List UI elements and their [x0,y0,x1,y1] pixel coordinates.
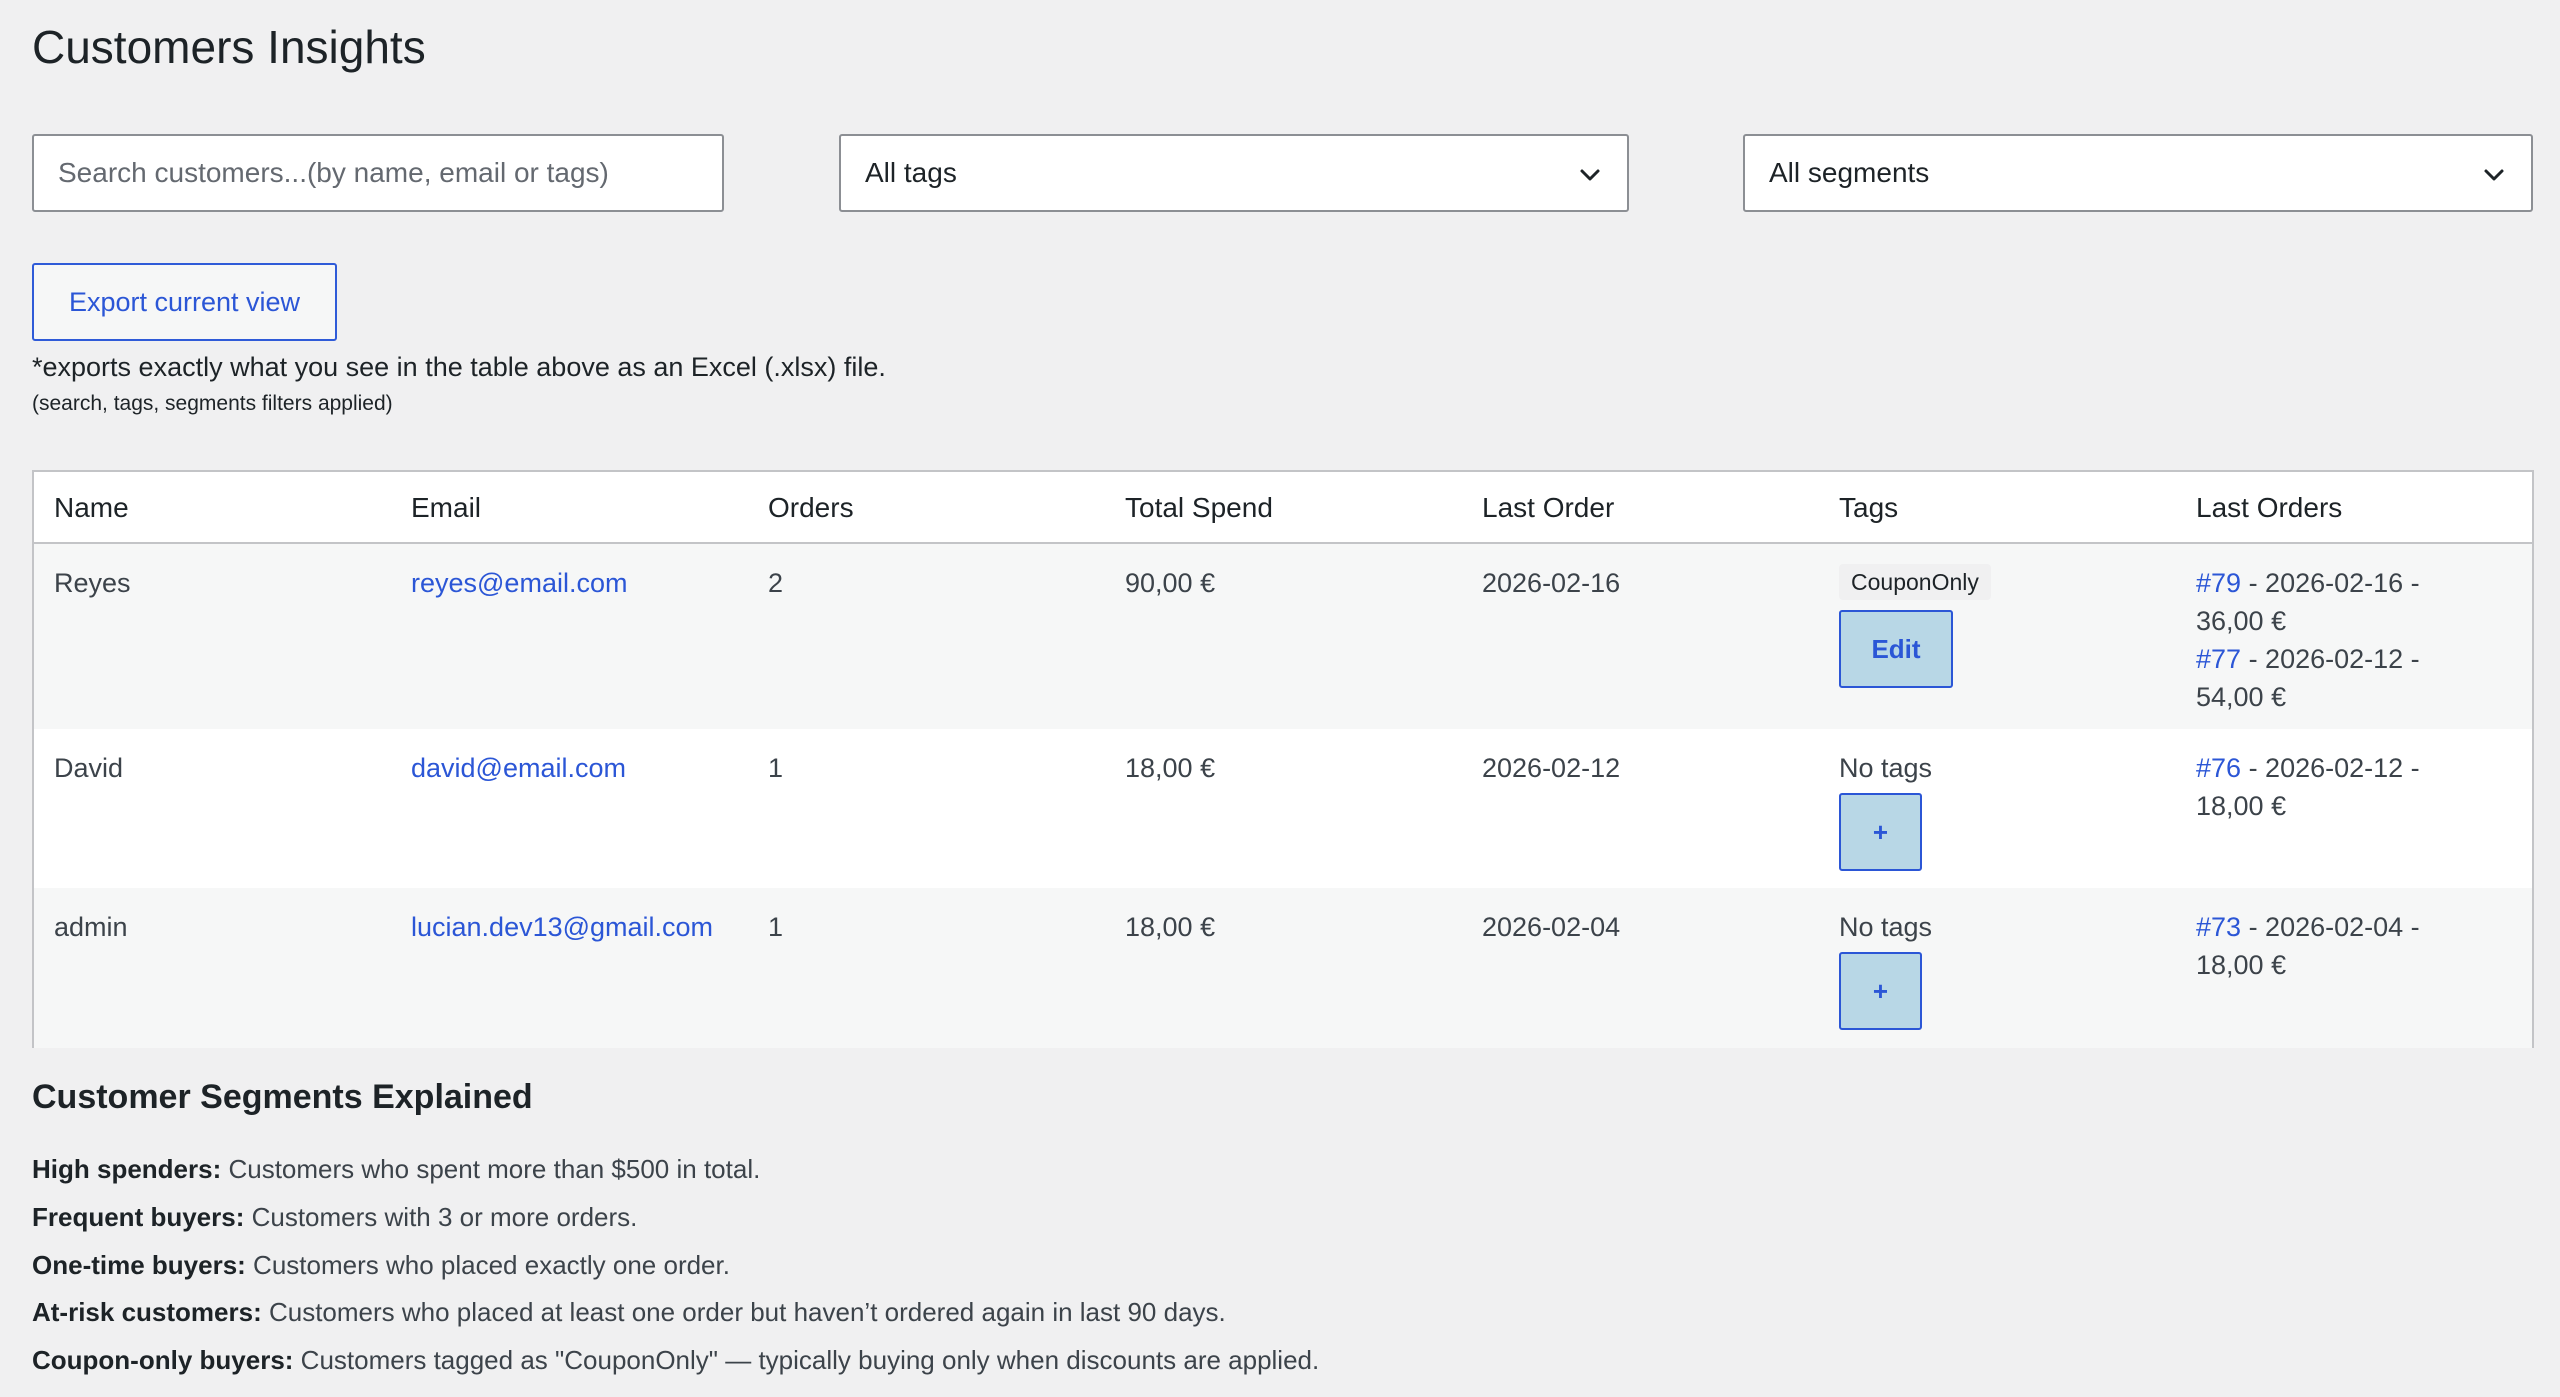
segment-description: Customers who placed exactly one order. [245,1250,730,1280]
customer-name: admin [54,912,128,942]
list-item: #77 - 2026-02-12 - 54,00 € [2196,640,2496,716]
segment-definition: Frequent buyers: Customers with 3 or mor… [32,1202,637,1233]
customer-orders-count: 1 [768,912,784,942]
customer-email-link[interactable]: reyes@email.com [411,564,627,602]
segment-term: Frequent buyers: [32,1202,245,1232]
export-current-view-button[interactable]: Export current view [32,263,337,341]
order-amount: 18,00 € [2196,950,2287,980]
chevron-down-icon [2484,169,2504,181]
segments-select-value: All segments [1769,157,1930,188]
order-link[interactable]: #76 [2196,753,2241,783]
segments-section-title: Customer Segments Explained [32,1078,533,1116]
customer-name: David [54,753,124,783]
last-orders-list: #76 - 2026-02-12 - 18,00 € [2196,749,2496,825]
table-header: Name Email Orders Total Spend Last Order… [34,472,2532,544]
edit-tags-button[interactable]: Edit [1839,610,1953,688]
add-tag-button[interactable]: + [1839,952,1922,1030]
customer-total-spend: 18,00 € [1125,753,1216,783]
customer-orders-count: 1 [768,753,784,783]
column-header-total-spend[interactable]: Total Spend [1125,492,1273,524]
order-link[interactable]: #79 [2196,568,2241,598]
order-amount: 18,00 € [2196,791,2287,821]
order-date: - 2026-02-04 - [2241,912,2420,942]
segment-description: Customers with 3 or more orders. [244,1202,638,1232]
order-date: - 2026-02-16 - [2241,568,2420,598]
customer-email-link[interactable]: david@email.com [411,749,626,787]
export-note: *exports exactly what you see in the tab… [32,352,886,382]
segment-description: Customers who placed at least one order … [261,1297,1226,1327]
segment-description: Customers who spent more than $500 in to… [221,1154,761,1184]
customer-name: Reyes [54,568,131,598]
segment-definition: High spenders: Customers who spent more … [32,1154,760,1185]
order-amount: 54,00 € [2196,682,2287,712]
column-header-last-orders[interactable]: Last Orders [2196,492,2496,524]
last-orders-list: #73 - 2026-02-04 - 18,00 € [2196,908,2496,984]
tags-cell: CouponOnly [1839,562,1991,600]
list-item: #79 - 2026-02-16 - 36,00 € [2196,564,2496,640]
add-tag-button[interactable]: + [1839,793,1922,871]
segments-select[interactable]: All segments [1743,134,2533,212]
column-header-email[interactable]: Email [411,492,481,524]
segment-definition: Coupon-only buyers: Customers tagged as … [32,1345,1319,1376]
order-link[interactable]: #77 [2196,644,2241,674]
segment-term: High spenders: [32,1154,222,1184]
chevron-down-icon [1580,169,1600,181]
segment-definition: One-time buyers: Customers who placed ex… [32,1250,730,1281]
list-item: #76 - 2026-02-12 - 18,00 € [2196,749,2496,825]
customer-last-order-date: 2026-02-04 [1482,912,1621,942]
segment-definition: At-risk customers: Customers who placed … [32,1297,1226,1328]
table-row: Reyes reyes@email.com 2 90,00 € 2026-02-… [34,544,2532,729]
filters-bar: All tags All segments [32,134,2533,212]
segment-term: At-risk customers: [32,1297,262,1327]
export-subnote: (search, tags, segments filters applied) [32,392,393,415]
customer-total-spend: 18,00 € [1125,912,1216,942]
segment-description: Customers tagged as "CouponOnly" — typic… [293,1345,1320,1375]
list-item: #73 - 2026-02-04 - 18,00 € [2196,908,2496,984]
order-link[interactable]: #73 [2196,912,2241,942]
segment-term: One-time buyers: [32,1250,246,1280]
table-row: admin lucian.dev13@gmail.com 1 18,00 € 2… [34,888,2532,1048]
customer-last-order-date: 2026-02-16 [1482,568,1621,598]
table-row: David david@email.com 1 18,00 € 2026-02-… [34,729,2532,888]
search-input[interactable] [32,134,724,212]
customer-email-link[interactable]: lucian.dev13@gmail.com [411,908,713,946]
column-header-name[interactable]: Name [54,492,129,524]
order-date: - 2026-02-12 - [2241,753,2420,783]
column-header-last-order[interactable]: Last Order [1482,492,1614,524]
tags-select-value: All tags [865,157,957,188]
no-tags-label: No tags [1839,912,1933,942]
page-title: Customers Insights [32,21,426,73]
last-orders-list: #79 - 2026-02-16 - 36,00 € #77 - 2026-02… [2196,564,2496,716]
column-header-tags[interactable]: Tags [1839,492,1898,524]
segment-term: Coupon-only buyers: [32,1345,294,1375]
tags-select[interactable]: All tags [839,134,1629,212]
order-date: - 2026-02-12 - [2241,644,2420,674]
customers-insights-page: Customers Insights All tags All segments… [0,0,2560,1397]
column-header-orders[interactable]: Orders [768,492,854,524]
tag-badge: CouponOnly [1839,564,1991,600]
order-amount: 36,00 € [2196,606,2287,636]
customer-total-spend: 90,00 € [1125,568,1216,598]
customer-orders-count: 2 [768,568,784,598]
no-tags-label: No tags [1839,753,1933,783]
customer-last-order-date: 2026-02-12 [1482,753,1621,783]
customers-table: Name Email Orders Total Spend Last Order… [32,470,2534,1048]
